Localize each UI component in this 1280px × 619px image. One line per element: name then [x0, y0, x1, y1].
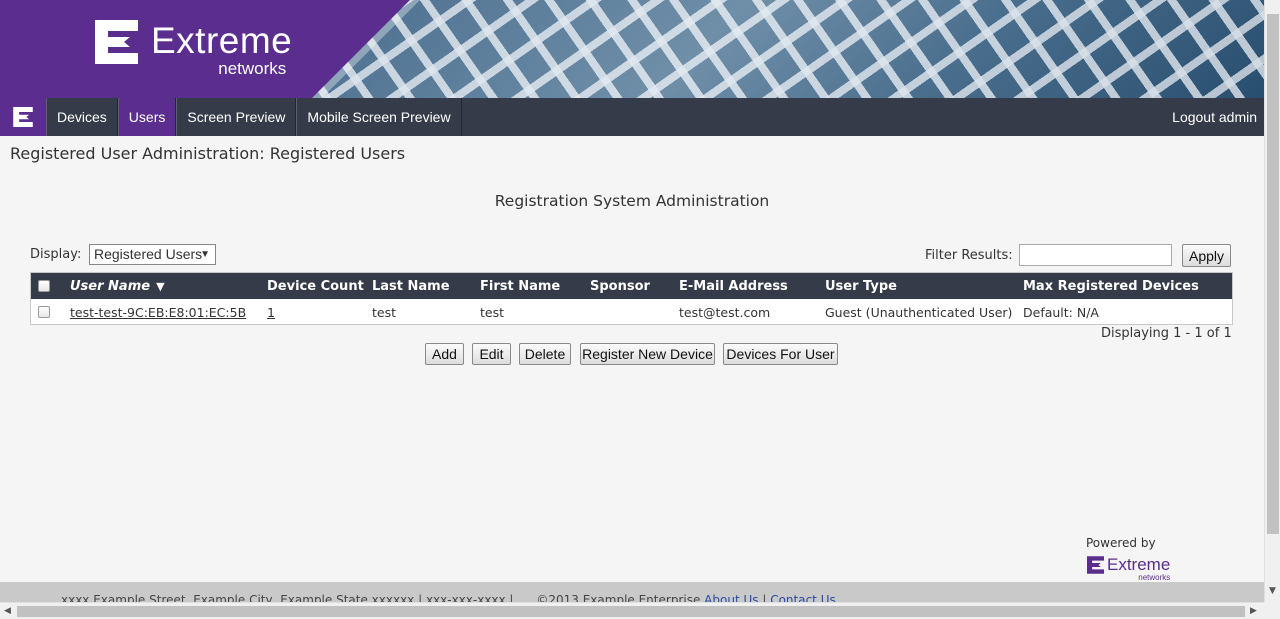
table-header: User Name ▼ Device Count Last Name First … — [31, 273, 1232, 299]
footer-separator: | — [762, 593, 767, 602]
powered-by-label: Powered by — [1086, 536, 1156, 550]
cell-last-name: test — [372, 305, 397, 320]
col-max-devices[interactable]: Max Registered Devices — [1023, 279, 1199, 294]
brand-logo: Extreme networks — [95, 20, 293, 78]
extreme-logo-icon — [95, 20, 138, 64]
device-count-link[interactable]: 1 — [267, 305, 275, 320]
extreme-logo-icon — [1087, 556, 1104, 574]
footer-address: xxxx Example Street, Example City, Examp… — [61, 593, 514, 602]
section-title: Registration System Administration — [494, 192, 770, 210]
footer-brand-name: Extreme — [1107, 555, 1171, 574]
add-button[interactable]: Add — [425, 343, 464, 365]
cell-max-devices: Default: N/A — [1023, 305, 1099, 320]
footer-copyright: ©2013 Example Enterprise — [536, 593, 701, 602]
nav-users[interactable]: Users — [117, 98, 177, 136]
display-label: Display: — [30, 247, 82, 262]
col-email[interactable]: E-Mail Address — [679, 279, 788, 294]
scroll-down-icon[interactable]: ▼ — [1269, 586, 1276, 596]
contact-us-link[interactable]: Contact Us — [770, 593, 836, 602]
brand-name: Extreme — [151, 20, 293, 61]
table-row: test-test-9C:EB:E8:01:EC:5B 1 test test … — [31, 299, 1232, 325]
cell-first-name: test — [480, 305, 505, 320]
col-user-name[interactable]: User Name ▼ — [70, 279, 165, 294]
brand-sub: networks — [218, 59, 287, 78]
user-name-link[interactable]: test-test-9C:EB:E8:01:EC:5B — [70, 305, 246, 320]
dropdown-arrow-icon: ▼ — [200, 249, 210, 260]
page-title: Registered User Administration: Register… — [10, 144, 406, 163]
filter-label: Filter Results: — [925, 248, 1013, 263]
header-banner: Extreme networks — [0, 0, 1264, 98]
horizontal-scrollbar[interactable]: ◀ ▶ — [0, 602, 1264, 619]
col-device-count[interactable]: Device Count — [267, 279, 364, 294]
col-first-name[interactable]: First Name — [480, 279, 560, 294]
logout-link[interactable]: Logout admin — [1165, 98, 1264, 136]
cell-user-type: Guest (Unauthenticated User) — [825, 305, 1013, 320]
horizontal-scroll-thumb[interactable] — [17, 606, 1245, 617]
cell-email: test@test.com — [679, 305, 771, 320]
edit-button[interactable]: Edit — [472, 343, 511, 365]
footer: xxxx Example Street, Example City, Examp… — [0, 582, 1264, 602]
vertical-scroll-thumb[interactable] — [1267, 14, 1279, 534]
users-table: User Name ▼ Device Count Last Name First … — [30, 272, 1233, 325]
main-nav: Devices Users Screen Preview Mobile Scre… — [0, 98, 1264, 136]
nav-devices[interactable]: Devices — [46, 98, 118, 136]
vertical-scrollbar[interactable]: ▼ — [1264, 0, 1280, 602]
devices-for-user-button[interactable]: Devices For User — [723, 343, 838, 365]
nav-mobile-screen-preview[interactable]: Mobile Screen Preview — [296, 98, 462, 136]
register-new-device-button[interactable]: Register New Device — [580, 343, 715, 365]
col-last-name[interactable]: Last Name — [372, 279, 450, 294]
nav-screen-preview[interactable]: Screen Preview — [176, 98, 297, 136]
select-all-checkbox[interactable] — [38, 280, 50, 292]
display-select[interactable]: Registered Users ▼ — [89, 244, 216, 265]
filter-input[interactable] — [1019, 244, 1172, 266]
apply-button[interactable]: Apply — [1182, 244, 1231, 267]
col-user-type[interactable]: User Type — [825, 279, 897, 294]
sort-desc-icon: ▼ — [156, 280, 165, 293]
footer-brand-logo: Extreme networks — [1087, 556, 1170, 582]
delete-button[interactable]: Delete — [519, 343, 571, 365]
nav-home-logo[interactable] — [0, 98, 46, 136]
extreme-logo-icon — [13, 107, 33, 127]
col-sponsor[interactable]: Sponsor — [590, 279, 650, 294]
pagination-status: Displaying 1 - 1 of 1 — [1101, 326, 1232, 341]
scroll-right-icon[interactable]: ▶ — [1250, 606, 1257, 616]
about-us-link[interactable]: About Us — [704, 593, 758, 602]
display-select-value: Registered Users — [94, 246, 203, 262]
row-checkbox[interactable] — [38, 306, 50, 318]
footer-brand-sub: networks — [1138, 573, 1171, 582]
scroll-left-icon[interactable]: ◀ — [4, 606, 11, 616]
